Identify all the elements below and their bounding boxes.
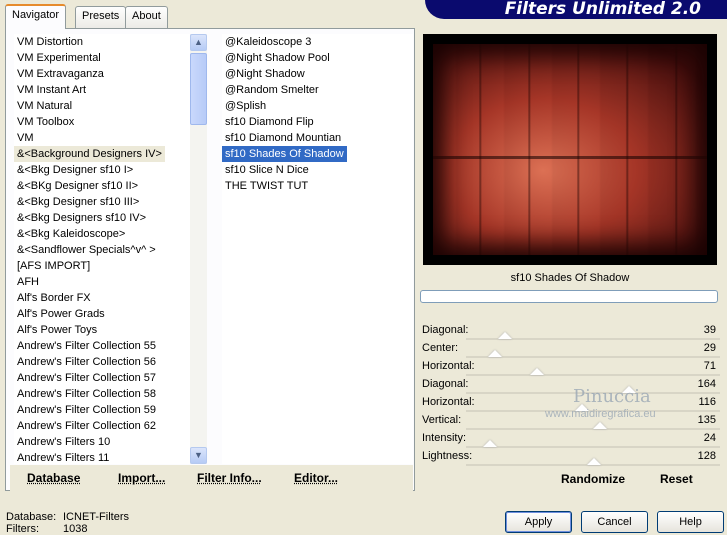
scroll-thumb[interactable] [190,53,207,125]
category-item[interactable]: [AFS IMPORT] [14,258,190,274]
parameter-slider-knob[interactable] [529,368,544,375]
category-item[interactable]: VM Extravaganza [14,66,190,82]
category-item[interactable]: Alf's Power Grads [14,306,190,322]
database-button[interactable]: Database [27,471,80,485]
parameter-slider-knob[interactable] [593,422,608,429]
parameter-label: Horizontal: [422,396,475,408]
progress-bar [420,290,718,303]
category-item[interactable]: Andrew's Filter Collection 55 [14,338,190,354]
category-item[interactable]: AFH [14,274,190,290]
category-item[interactable]: &<Bkg Designers sf10 IV> [14,210,190,226]
category-item[interactable]: Andrew's Filters 11 [14,450,190,464]
parameter-value: 39 [703,324,716,336]
category-item[interactable]: Andrew's Filter Collection 59 [14,402,190,418]
filter-parameters: Diagonal: 39 Center: 29 Horizontal: 71 Diagona… [420,322,720,466]
editor-button[interactable]: Editor... [294,471,338,485]
filter-item[interactable]: sf10 Shades Of Shadow [222,146,347,162]
category-list[interactable]: VM Distortion VM Experimental VM Extravaga… [14,34,190,464]
parameter-value: 116 [698,396,716,408]
filters-count-value: 1038 [63,523,88,535]
parameter-value: 24 [703,432,716,444]
database-label: Database: [6,511,57,523]
filter-item[interactable]: sf10 Diamond Mountian [222,130,413,146]
category-item[interactable]: VM Distortion [14,34,190,50]
tab-presets[interactable]: Presets [75,6,127,28]
parameter-slider-knob[interactable] [497,332,512,339]
parameter-row: Diagonal: 164 [420,376,720,394]
scroll-up-icon[interactable]: ▲ [190,34,207,51]
randomize-button[interactable]: Randomize [561,472,625,486]
parameter-slider-knob[interactable] [482,440,497,447]
filter-item[interactable]: @Night Shadow [222,66,413,82]
category-item[interactable]: &<Bkg Kaleidoscope> [14,226,190,242]
scroll-down-icon[interactable]: ▼ [190,447,207,464]
filter-item[interactable]: sf10 Slice N Dice [222,162,413,178]
navigator-button-bar: Database Import... Filter Info... Editor… [10,465,413,491]
filter-item[interactable]: @Splish [222,98,413,114]
parameter-value: 29 [703,342,716,354]
parameter-label: Diagonal: [422,324,469,336]
filter-item[interactable]: THE TWIST TUT [222,178,413,194]
category-item[interactable]: &<Bkg Designer sf10 I> [14,162,190,178]
parameter-value: 135 [697,414,716,426]
filter-item[interactable]: @Kaleidoscope 3 [222,34,413,50]
category-scrollbar[interactable]: ▲ ▼ [190,34,207,464]
category-item[interactable]: Andrew's Filter Collection 56 [14,354,190,370]
category-item[interactable]: &<BKg Designer sf10 II> [14,178,190,194]
category-item[interactable]: Andrew's Filter Collection 58 [14,386,190,402]
apply-button[interactable]: Apply [505,511,572,533]
category-item[interactable]: VM Toolbox [14,114,190,130]
help-button[interactable]: Help [657,511,724,533]
import-button[interactable]: Import... [118,471,165,485]
watermark-name: Pinuccia [573,386,651,407]
app-title: Filters Unlimited 2.0 [425,0,727,19]
parameter-value: 128 [697,450,716,462]
category-item[interactable]: VM Experimental [14,50,190,66]
category-item[interactable]: &<Bkg Designer sf10 III> [14,194,190,210]
category-item[interactable]: &<Background Designers IV> [14,146,165,162]
category-item[interactable]: Alf's Power Toys [14,322,190,338]
parameter-label: Lightness: [422,450,473,462]
filter-item[interactable]: @Random Smelter [222,82,413,98]
filter-item[interactable]: sf10 Diamond Flip [222,114,413,130]
filters-count-label: Filters: [6,523,39,535]
reset-button[interactable]: Reset [660,472,693,486]
parameter-slider-knob[interactable] [586,458,601,465]
filter-list[interactable]: @Kaleidoscope 3 @Night Shadow Pool @Night … [222,34,413,464]
parameter-row: Intensity: 24 [420,430,720,448]
parameter-row: Horizontal: 71 [420,358,720,376]
watermark-url: www.maidiregrafica.eu [545,408,656,420]
preview-filter-name: sf10 Shades Of Shadow [510,272,630,284]
cancel-button[interactable]: Cancel [581,511,648,533]
tab-navigator[interactable]: Navigator [5,4,67,29]
filter-item[interactable]: @Night Shadow Pool [222,50,413,66]
database-value: ICNET-Filters [63,511,129,523]
parameter-label: Diagonal: [422,378,469,390]
filter-preview [423,34,717,265]
category-item[interactable]: Andrew's Filter Collection 62 [14,418,190,434]
preview-image [433,44,707,255]
category-item[interactable]: VM Instant Art [14,82,190,98]
parameter-label: Intensity: [422,432,467,444]
parameter-row: Lightness: 128 [420,448,720,466]
category-item[interactable]: Alf's Border FX [14,290,190,306]
category-item[interactable]: VM Natural [14,98,190,114]
category-item[interactable]: VM [14,130,190,146]
parameter-label: Vertical: [422,414,462,426]
filter-info-button[interactable]: Filter Info... [197,471,262,485]
parameter-row: Center: 29 [420,340,720,358]
parameter-label: Center: [422,342,459,354]
parameter-label: Horizontal: [422,360,475,372]
parameter-value: 71 [703,360,716,372]
category-item[interactable]: Andrew's Filters 10 [14,434,190,450]
category-item[interactable]: &<Sandflower Specials^v^ > [14,242,190,258]
parameter-slider-knob[interactable] [487,350,502,357]
parameter-value: 164 [697,378,716,390]
parameter-row: Diagonal: 39 [420,322,720,340]
category-item[interactable]: Andrew's Filter Collection 57 [14,370,190,386]
tab-about[interactable]: About [125,6,168,28]
